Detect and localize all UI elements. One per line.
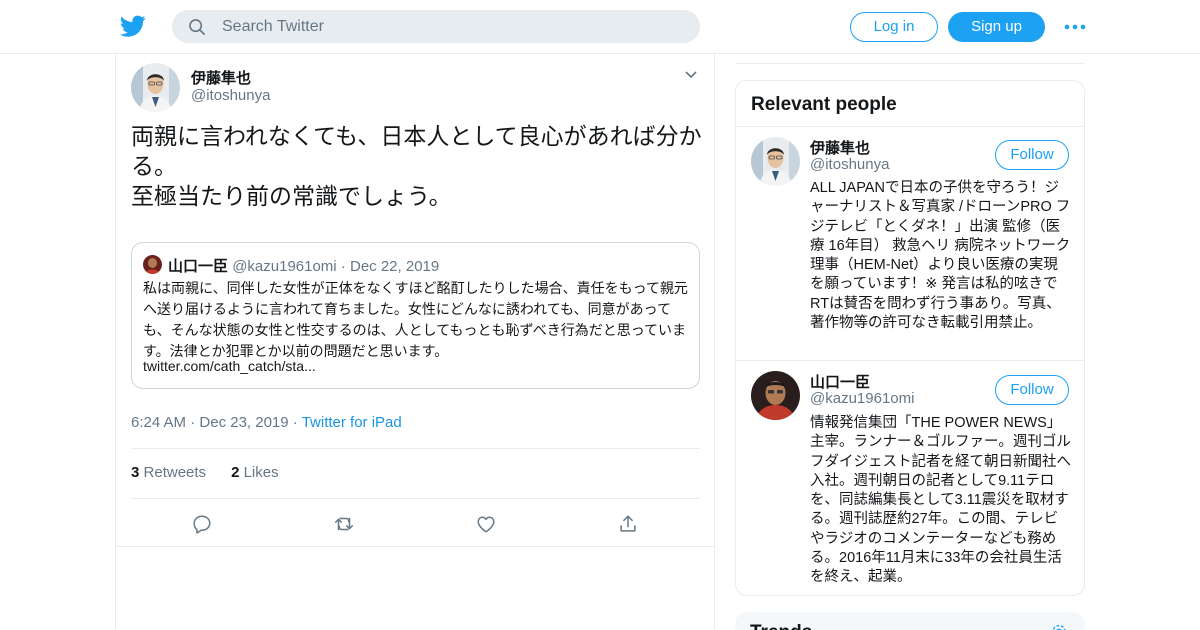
reply-icon[interactable] — [191, 513, 213, 535]
tweet-time: 6:24 AM — [131, 414, 187, 431]
follow-button[interactable]: Follow — [995, 140, 1069, 170]
author-name[interactable]: 伊藤隼也 — [191, 67, 251, 88]
person-handle[interactable]: @itoshunya — [810, 156, 889, 173]
person-name[interactable]: 山口一臣 — [810, 371, 870, 392]
twitter-bird-icon[interactable] — [120, 13, 146, 39]
person-bio: 情報発信集団「THE POWER NEWS」主宰。ランナー＆ゴルファー。週刊ゴル… — [810, 415, 1071, 586]
person-avatar[interactable] — [751, 137, 800, 186]
tweet-source-link[interactable]: Twitter for iPad — [302, 414, 402, 431]
quoted-header: 山口一臣 @kazu1961omi · Dec 22, 2019 — [168, 255, 439, 276]
divider — [736, 126, 1084, 127]
author-avatar[interactable] — [131, 63, 180, 112]
trends-title: Trends — [750, 622, 812, 630]
retweets-count: 3 — [131, 464, 140, 481]
quoted-author-avatar — [143, 255, 162, 274]
tweet-stats: 3 Retweets 2 Likes — [131, 464, 279, 481]
tweet-column: 伊藤隼也 @itoshunya 両親に言われなくても、日本人として良心があれば分… — [115, 54, 715, 630]
divider — [736, 360, 1084, 361]
quoted-author-name: 山口一臣 — [168, 258, 229, 275]
settings-gear-icon[interactable] — [1050, 623, 1068, 630]
quoted-link[interactable]: twitter.com/cath_catch/sta... — [143, 358, 316, 374]
person-avatar[interactable] — [751, 371, 800, 420]
search-icon — [189, 19, 206, 36]
retweet-icon[interactable] — [333, 513, 355, 535]
share-icon[interactable] — [617, 513, 639, 535]
like-icon[interactable] — [475, 513, 497, 535]
likes-stat[interactable]: 2 Likes — [231, 464, 279, 481]
follow-button[interactable]: Follow — [995, 375, 1069, 405]
quoted-separator: · — [340, 258, 346, 275]
likes-count: 2 — [231, 464, 240, 481]
top-bar: Log in Sign up — [0, 0, 1200, 54]
quoted-date: Dec 22, 2019 — [349, 258, 440, 275]
search-box[interactable] — [172, 10, 700, 43]
quoted-author-handle: @kazu1961omi — [232, 258, 337, 275]
divider — [736, 63, 1085, 64]
relevant-people-panel: Relevant people 伊藤隼也 @itoshunya Follow A… — [735, 80, 1085, 596]
tweet-date: Dec 23, 2019 — [199, 414, 289, 431]
divider — [131, 448, 700, 449]
trends-panel: Trends — [735, 612, 1085, 630]
meta-separator: · — [190, 414, 196, 431]
tweet-text: 両親に言われなくても、日本人として良心があれば分かる。 至極当たり前の常識でしょ… — [131, 123, 702, 209]
retweets-label: Retweets — [143, 464, 207, 481]
likes-label: Likes — [243, 464, 279, 481]
signup-button[interactable]: Sign up — [948, 12, 1045, 42]
divider — [131, 498, 700, 499]
panel-title: Relevant people — [751, 94, 897, 115]
more-dots-icon[interactable] — [1064, 22, 1086, 32]
divider — [116, 546, 714, 547]
meta-separator: · — [292, 414, 298, 431]
login-button[interactable]: Log in — [850, 12, 938, 42]
person-name[interactable]: 伊藤隼也 — [810, 137, 870, 158]
tweet-meta: 6:24 AM · Dec 23, 2019 · Twitter for iPa… — [131, 414, 402, 431]
person-handle[interactable]: @kazu1961omi — [810, 390, 914, 407]
retweets-stat[interactable]: 3 Retweets — [131, 464, 206, 481]
author-handle[interactable]: @itoshunya — [191, 87, 270, 104]
quoted-tweet[interactable]: 山口一臣 @kazu1961omi · Dec 22, 2019 私は両親に、同… — [131, 242, 700, 389]
chevron-down-icon[interactable] — [684, 70, 698, 80]
quoted-text: 私は両親に、同伴した女性が正体をなくすほど酩酊したりした場合、責任をもって親元へ… — [143, 280, 688, 359]
search-input[interactable] — [222, 10, 682, 43]
person-bio: ALL JAPANで日本の子供を守ろう！ジャーナリスト＆写真家 /ドローンPRO… — [810, 180, 1071, 332]
